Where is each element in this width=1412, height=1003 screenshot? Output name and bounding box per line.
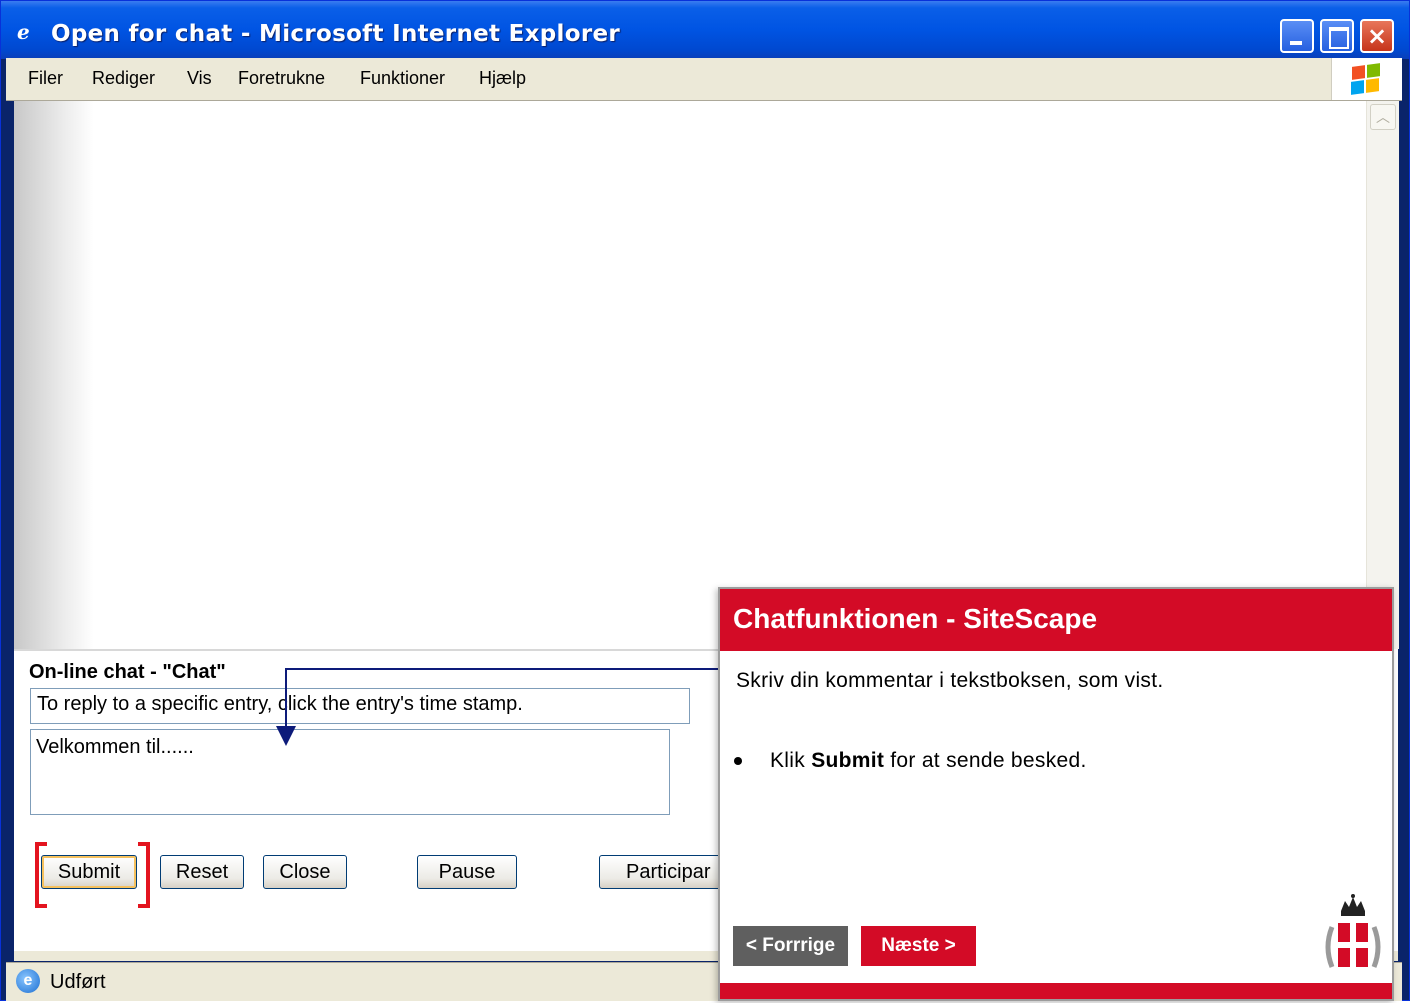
maximize-icon	[1329, 27, 1349, 49]
menu-filer[interactable]: Filer	[28, 68, 63, 89]
ie-status-icon: e	[16, 969, 40, 993]
close-window-button[interactable]: ×	[1360, 19, 1394, 53]
tutorial-bullet: Klik Submit for at sende besked.	[734, 749, 1087, 773]
callout-arrow-line	[285, 668, 725, 670]
vertical-scrollbar[interactable]: ︿	[1366, 101, 1399, 649]
bullet-dot-icon	[734, 757, 742, 766]
previous-button[interactable]: < Forrrige	[733, 926, 848, 966]
highlight-bracket-right	[138, 842, 150, 908]
windows-logo-icon	[1331, 58, 1402, 100]
title-bar[interactable]: ℯ Open for chat - Microsoft Internet Exp…	[1, 1, 1409, 59]
tutorial-popup: Chatfunktionen - SiteScape Skriv din kom…	[718, 587, 1394, 1001]
ie-page-icon: ℯ	[17, 20, 30, 44]
tutorial-footer	[720, 983, 1392, 999]
next-button[interactable]: Næste >	[861, 926, 976, 966]
status-text: Udført	[50, 971, 106, 993]
menu-foretrukne[interactable]: Foretrukne	[238, 68, 325, 89]
scroll-up-icon[interactable]: ︿	[1370, 104, 1396, 130]
menu-vis[interactable]: Vis	[187, 68, 212, 89]
royal-crest-icon	[1325, 894, 1381, 968]
bullet-bold: Submit	[811, 749, 885, 772]
window-title: Open for chat - Microsoft Internet Explo…	[51, 21, 621, 47]
chat-transcript-frame	[14, 101, 1366, 651]
close-icon: ×	[1366, 22, 1388, 50]
menu-rediger[interactable]: Rediger	[92, 68, 155, 89]
chat-title: On-line chat - "Chat"	[29, 661, 226, 683]
tutorial-header: Chatfunktionen - SiteScape	[720, 589, 1392, 651]
menu-funktioner[interactable]: Funktioner	[360, 68, 445, 89]
menu-hjaelp[interactable]: Hjælp	[479, 68, 526, 89]
reply-hint: To reply to a specific entry, click the …	[30, 688, 690, 724]
maximize-button[interactable]	[1320, 19, 1354, 53]
callout-arrow-head-icon	[276, 726, 296, 746]
bullet-suffix: for at sende besked.	[884, 749, 1087, 772]
tutorial-instruction: Skriv din kommentar i tekstboksen, som v…	[736, 669, 1164, 692]
callout-arrow-stem	[285, 668, 287, 728]
minimize-icon	[1290, 41, 1302, 45]
bullet-prefix: Klik	[770, 749, 812, 772]
pause-button[interactable]: Pause	[417, 855, 517, 889]
close-button[interactable]: Close	[263, 855, 347, 889]
message-textarea[interactable]: Velkommen til......	[30, 729, 670, 815]
tutorial-title: Chatfunktionen - SiteScape	[733, 603, 1098, 634]
reset-button[interactable]: Reset	[160, 855, 244, 889]
highlight-bracket-left	[35, 842, 47, 908]
menu-bar: Filer Rediger Vis Foretrukne Funktioner …	[6, 58, 1402, 101]
submit-button[interactable]: Submit	[41, 855, 137, 889]
minimize-button[interactable]	[1280, 19, 1314, 53]
